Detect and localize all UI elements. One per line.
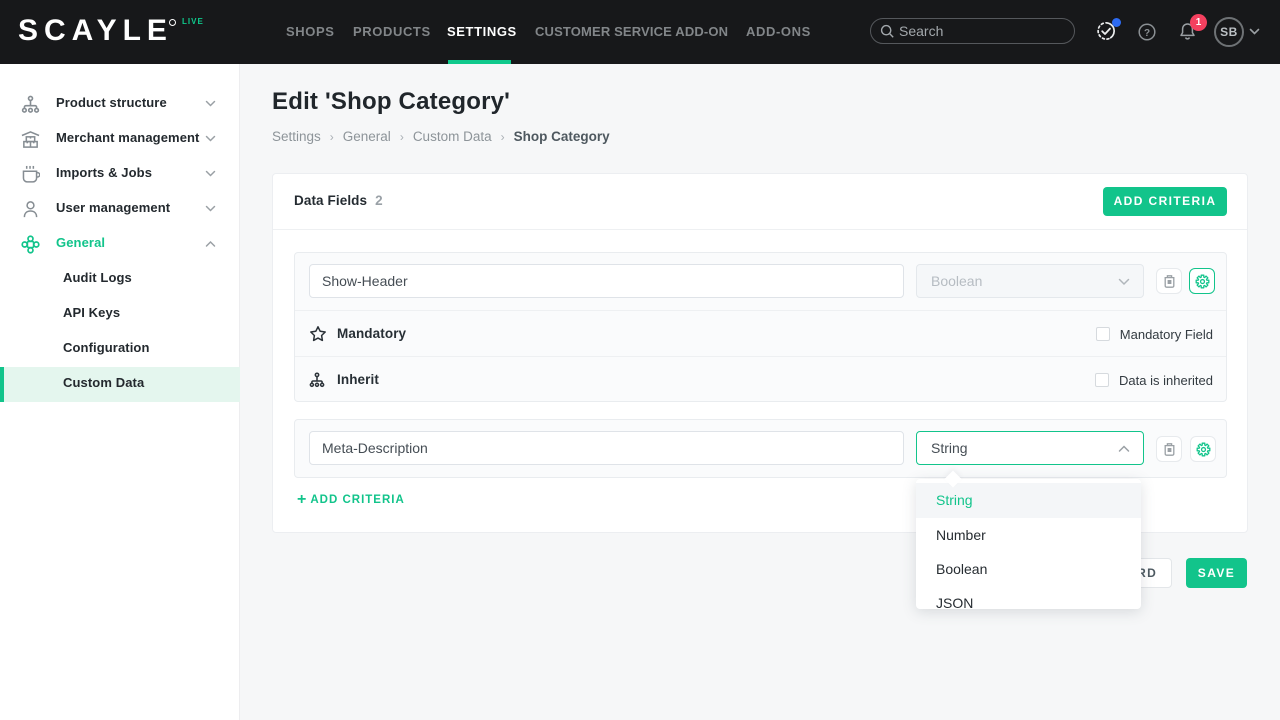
- svg-text:?: ?: [1144, 28, 1150, 39]
